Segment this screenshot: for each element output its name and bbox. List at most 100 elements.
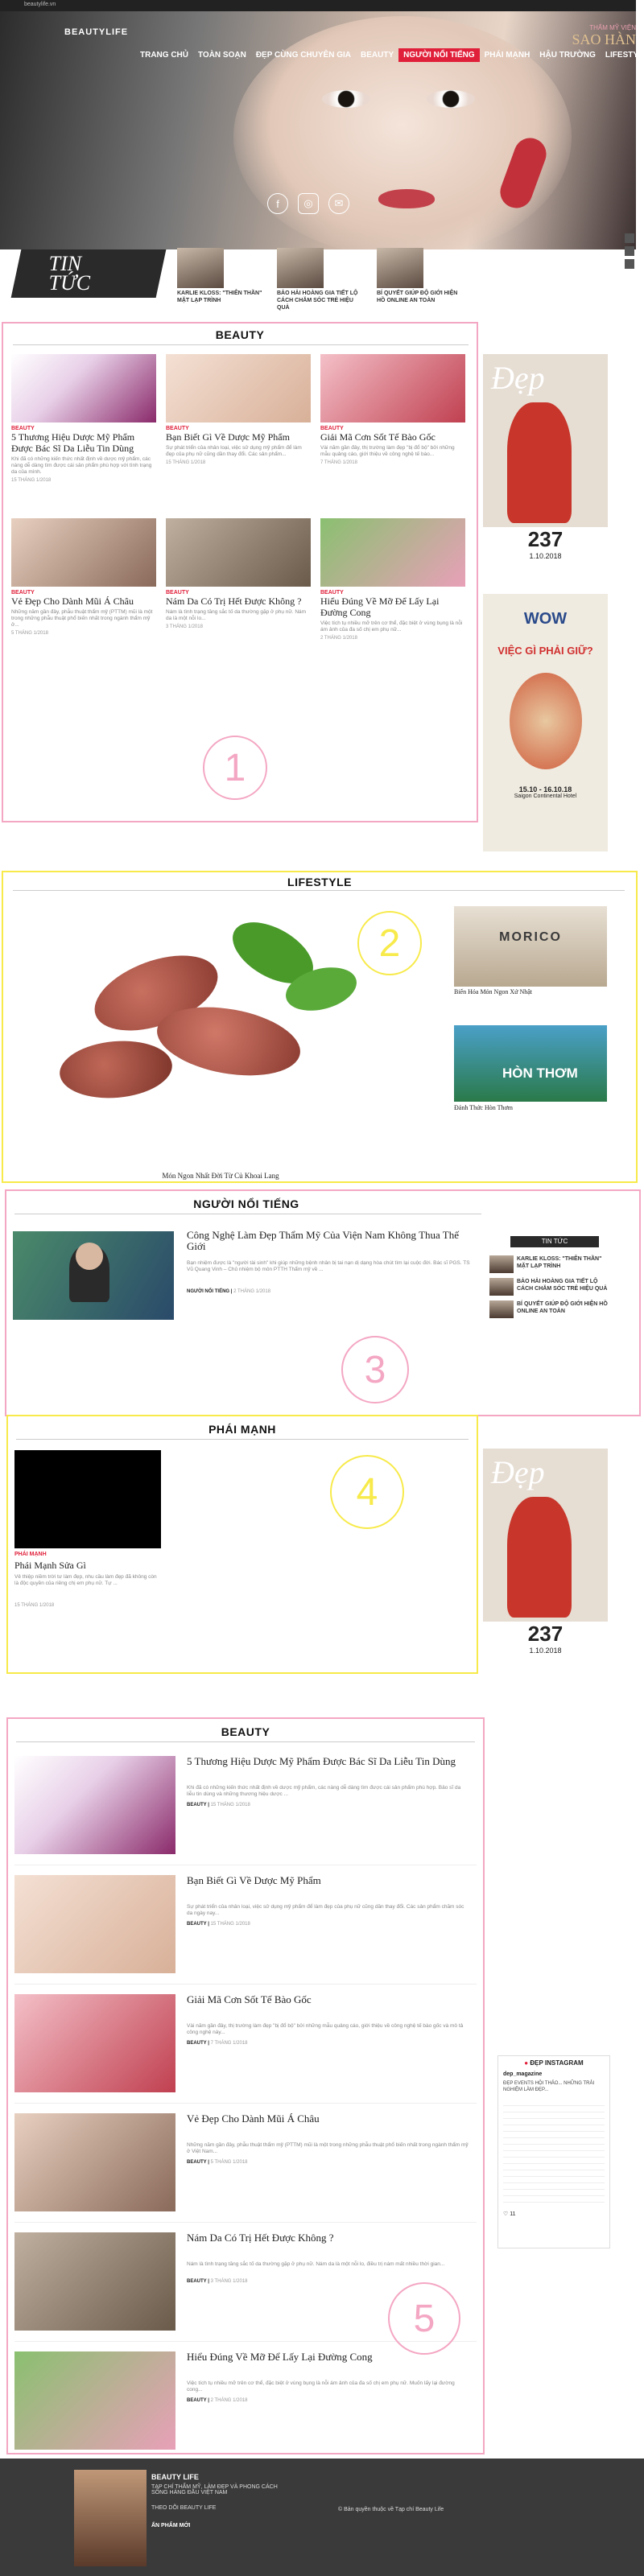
news-item-text[interactable]: BÍ QUYẾT GIÚP ĐỘ GIỚI HIỆN HỒ ONLINE AN … bbox=[377, 290, 465, 304]
lifestyle-side-title-2[interactable]: Đánh Thức Hòn Thơm bbox=[454, 1104, 513, 1111]
side-news-thumb[interactable] bbox=[489, 1300, 514, 1318]
beauty-list-excerpt: Vài năm gần đây, thị trường làm đẹp "bị … bbox=[187, 2023, 464, 2035]
beauty-list-title[interactable]: 5 Thương Hiệu Dược Mỹ Phẩm Được Bác Sĩ D… bbox=[187, 1756, 469, 1767]
beauty-list-image[interactable] bbox=[14, 2351, 175, 2450]
sweet-potato-image[interactable] bbox=[27, 905, 414, 1170]
beauty-card-image[interactable] bbox=[166, 354, 311, 422]
nav-item-0[interactable]: TRANG CHỦ bbox=[135, 48, 193, 62]
beauty-list-item[interactable]: Hiểu Đúng Về Mỡ Để Lấy Lại Đường Cong Việ… bbox=[14, 2348, 477, 2461]
instagram-icon-widget: ● bbox=[524, 2059, 529, 2067]
beauty-card-title[interactable]: Nám Da Có Trị Hết Được Không ? bbox=[166, 596, 311, 607]
side-news-thumb[interactable] bbox=[489, 1278, 514, 1296]
news-item[interactable]: BẢO HẢI HOÀNG GIA TIẾT LỘ CÁCH CHĂM SÓC … bbox=[277, 248, 365, 311]
beauty-card-image[interactable] bbox=[320, 518, 465, 587]
nav-item-5[interactable]: PHÁI MẠNH bbox=[480, 48, 535, 62]
beauty-list-image[interactable] bbox=[14, 2113, 175, 2211]
email-icon[interactable]: ✉ bbox=[328, 193, 349, 214]
phai-manh-cat: PHÁI MẠNH bbox=[14, 1552, 47, 1557]
magazine-cover-2[interactable]: Đẹp 237 1.10.2018 bbox=[483, 1449, 608, 1672]
side-news-item[interactable]: BÍ QUYẾT GIÚP ĐỘ GIỚI HIỆN HỒ ONLINE AN … bbox=[489, 1300, 618, 1318]
celebrity-article-image[interactable] bbox=[13, 1231, 174, 1320]
beauty-list-title[interactable]: Vẻ Đẹp Cho Dành Mũi Á Châu bbox=[187, 2113, 469, 2125]
lifestyle-main-caption[interactable]: Món Ngon Nhất Đời Từ Củ Khoai Lang bbox=[116, 1172, 325, 1180]
news-item-text[interactable]: KARLIE KLOSS: "THIÊN THẦN" MẶT LẠP TRÌNH bbox=[177, 290, 266, 304]
news-item-thumb[interactable] bbox=[177, 248, 224, 288]
lifestyle-side-image-2[interactable]: HÒN THƠM bbox=[454, 1025, 607, 1102]
beauty-list-cat: BEAUTY bbox=[187, 1922, 207, 1927]
cover-red-dress bbox=[507, 402, 572, 523]
news-item[interactable]: BÍ QUYẾT GIÚP ĐỘ GIỚI HIỆN HỒ ONLINE AN … bbox=[377, 248, 465, 311]
beauty-list-title[interactable]: Giải Mã Cơn Sốt Tế Bào Gốc bbox=[187, 1994, 469, 2005]
beauty-card[interactable]: BEAUTY Nám Da Có Trị Hết Được Không ? Nám … bbox=[166, 518, 311, 629]
side-news-text[interactable]: KARLIE KLOSS: "THIÊN THẦN" MẶT LẠP TRÌNH bbox=[517, 1255, 613, 1273]
nav-item-3[interactable]: BEAUTY bbox=[356, 48, 398, 62]
beauty-list-section: BEAUTY 5 Thương Hiệu Dược Mỹ Phẩm Được B… bbox=[6, 1717, 485, 2461]
beauty-card-title[interactable]: Hiểu Đúng Về Mỡ Để Lấy Lại Đường Cong bbox=[320, 596, 465, 618]
hon-thom-sign: HÒN THƠM bbox=[502, 1065, 578, 1081]
news-item-thumb[interactable] bbox=[377, 248, 423, 288]
side-icon-2[interactable] bbox=[625, 246, 634, 256]
beauty-card[interactable]: BEAUTY Giải Mã Cơn Sốt Tế Bào Gốc Vài năm … bbox=[320, 354, 465, 465]
instagram-icon[interactable]: ◎ bbox=[298, 193, 319, 214]
news-item-thumb[interactable] bbox=[277, 248, 324, 288]
celebrity-article-title[interactable]: Công Nghệ Làm Đẹp Thẩm Mỹ Của Viện Nam K… bbox=[187, 1230, 477, 1252]
footer-follow[interactable]: THEO DÕI BEAUTY LIFE bbox=[151, 2505, 216, 2511]
side-news-item[interactable]: BẢO HẢI HOÀNG GIA TIẾT LỘ CÁCH CHĂM SÓC … bbox=[489, 1278, 618, 1296]
beauty-list-item[interactable]: Giải Mã Cơn Sốt Tế Bào Gốc Vài năm gần đâ… bbox=[14, 1991, 477, 2104]
nav-item-6[interactable]: HẬU TRƯỜNG bbox=[535, 48, 601, 62]
footer-new-issue[interactable]: ẤN PHẨM MỚI bbox=[151, 2523, 190, 2529]
beauty-card[interactable]: BEAUTY 5 Thương Hiệu Dược Mỹ Phẩm Được Bá… bbox=[11, 354, 156, 483]
event-ad[interactable]: WOW VIỆC GÌ PHẢI GIỮ? 15.10 - 16.10.18 S… bbox=[483, 594, 608, 851]
side-icon-1[interactable] bbox=[625, 233, 634, 243]
beauty-list-image[interactable] bbox=[14, 1875, 175, 1973]
browser-address-bar[interactable]: beautylife.vn bbox=[0, 0, 636, 11]
beauty-card[interactable]: BEAUTY Hiểu Đúng Về Mỡ Để Lấy Lại Đường C… bbox=[320, 518, 465, 641]
beauty-card-title[interactable]: Giải Mã Cơn Sốt Tế Bào Gốc bbox=[320, 431, 465, 443]
instagram-widget[interactable]: ● ĐẸP INSTAGRAM dep_magazine ĐẸP EVENTS … bbox=[497, 2055, 610, 2248]
side-news-item[interactable]: KARLIE KLOSS: "THIÊN THẦN" MẶT LẠP TRÌNH bbox=[489, 1255, 618, 1273]
beauty-card-image[interactable] bbox=[166, 518, 311, 587]
facebook-icon[interactable]: f bbox=[267, 193, 288, 214]
instagram-handle[interactable]: dep_magazine bbox=[498, 2070, 609, 2079]
magazine-cover-1[interactable]: Đẹp 237 1.10.2018 bbox=[483, 354, 608, 578]
beauty-list-item[interactable]: Bạn Biết Gì Về Dược Mỹ Phẩm Sự phát triển… bbox=[14, 1872, 477, 1985]
footer: BEAUTY LIFE TẠP CHÍ THẨM MỸ, LÀM ĐẸP VÀ … bbox=[0, 2459, 644, 2576]
instagram-title: ● ĐẸP INSTAGRAM bbox=[498, 2056, 609, 2070]
beauty-list-item[interactable]: 5 Thương Hiệu Dược Mỹ Phẩm Được Bác Sĩ D… bbox=[14, 1753, 477, 1865]
beauty-card-title[interactable]: Bạn Biết Gì Về Dược Mỹ Phẩm bbox=[166, 431, 311, 443]
nav-item-1[interactable]: TOÀN SOẠN bbox=[193, 48, 251, 62]
ad-venue: Saigon Continental Hotel bbox=[514, 793, 577, 799]
beauty-list-image[interactable] bbox=[14, 1994, 175, 2092]
beauty-list-title[interactable]: Bạn Biết Gì Về Dược Mỹ Phẩm bbox=[187, 1875, 469, 1886]
beauty-list-item[interactable]: Vẻ Đẹp Cho Dành Mũi Á Châu Những năm gần … bbox=[14, 2110, 477, 2223]
side-news-text[interactable]: BẢO HẢI HOÀNG GIA TIẾT LỘ CÁCH CHĂM SÓC … bbox=[517, 1278, 613, 1296]
beauty-card[interactable]: BEAUTY Vẻ Đẹp Cho Dành Mũi Á Châu Những nă… bbox=[11, 518, 156, 636]
beauty-list-title[interactable]: Nám Da Có Trị Hết Được Không ? bbox=[187, 2232, 469, 2244]
footer-magazine-cover[interactable] bbox=[74, 2470, 147, 2566]
phai-manh-title: PHÁI MẠNH bbox=[208, 1423, 276, 1436]
beauty-list-image[interactable] bbox=[14, 2232, 175, 2331]
beauty-card-title[interactable]: 5 Thương Hiệu Dược Mỹ Phẩm Được Bác Sĩ D… bbox=[11, 431, 156, 454]
nav-item-2[interactable]: ĐẸP CÙNG CHUYÊN GIA bbox=[251, 48, 356, 62]
beauty-card-image[interactable] bbox=[11, 518, 156, 587]
site-logo[interactable]: BEAUTYLIFE bbox=[64, 27, 128, 37]
phai-manh-image[interactable] bbox=[14, 1450, 161, 1548]
side-icon-3[interactable] bbox=[625, 259, 634, 269]
beauty-card-excerpt: Nám là tình trạng tăng sắc tố da thường … bbox=[166, 609, 307, 621]
beauty-card-title[interactable]: Vẻ Đẹp Cho Dành Mũi Á Châu bbox=[11, 596, 156, 607]
lifestyle-side-image-1[interactable]: MORICO bbox=[454, 906, 607, 987]
section-number-4: 4 bbox=[330, 1455, 404, 1529]
news-item[interactable]: KARLIE KLOSS: "THIÊN THẦN" MẶT LẠP TRÌNH bbox=[177, 248, 266, 311]
news-item-text[interactable]: BẢO HẢI HOÀNG GIA TIẾT LỘ CÁCH CHĂM SÓC … bbox=[277, 290, 365, 311]
side-news-text[interactable]: BÍ QUYẾT GIÚP ĐỘ GIỚI HIỆN HỒ ONLINE AN … bbox=[517, 1300, 613, 1318]
nav-item-4[interactable]: NGƯỜI NỔI TIẾNG bbox=[398, 48, 480, 62]
side-news-thumb[interactable] bbox=[489, 1255, 514, 1273]
beauty-card-image[interactable] bbox=[11, 354, 156, 422]
phai-manh-article-title[interactable]: Phái Mạnh Sửa Gì bbox=[14, 1560, 159, 1571]
beauty-card[interactable]: BEAUTY Bạn Biết Gì Về Dược Mỹ Phẩm Sự phát… bbox=[166, 354, 311, 465]
lifestyle-side-title-1[interactable]: Biến Hóa Món Ngon Xứ Nhật bbox=[454, 988, 532, 995]
nav-item-7[interactable]: LIFESTYLE bbox=[601, 48, 636, 62]
beauty-card-image[interactable] bbox=[320, 354, 465, 422]
side-scroll-icons[interactable] bbox=[625, 233, 636, 269]
beauty-list-image[interactable] bbox=[14, 1756, 175, 1854]
